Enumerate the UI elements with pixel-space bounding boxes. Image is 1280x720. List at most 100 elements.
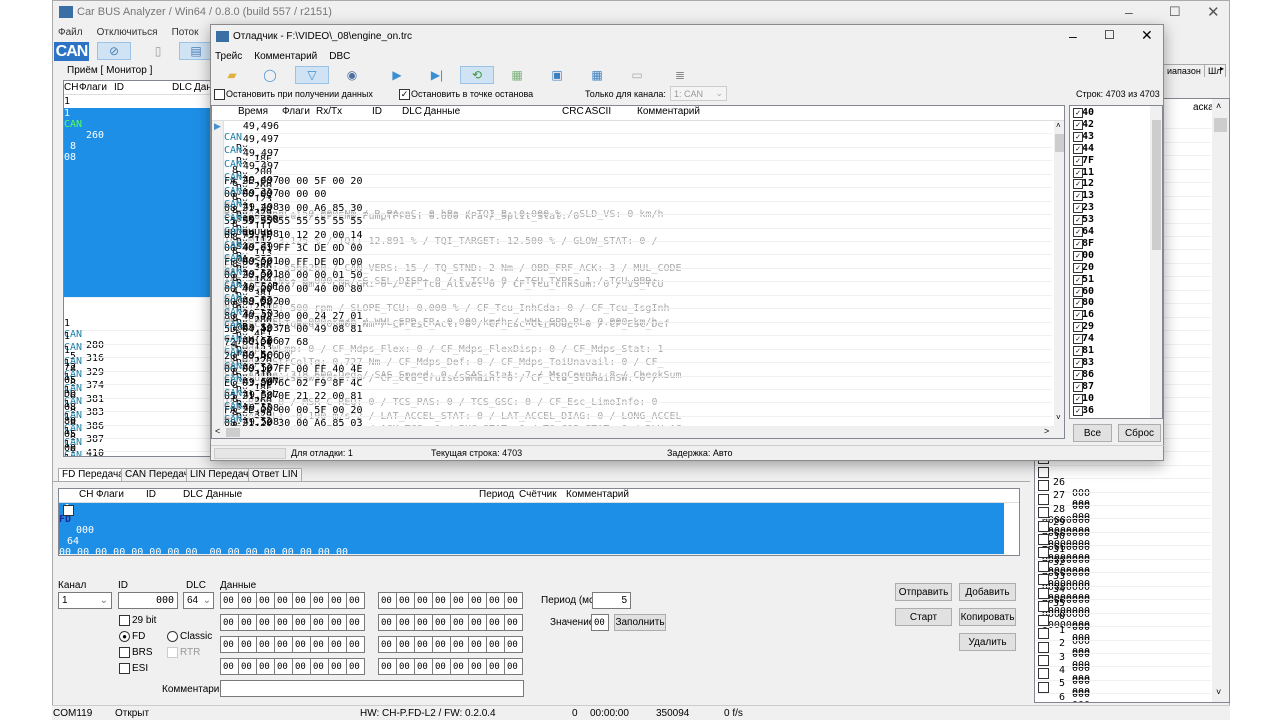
monitor-row[interactable]: 1 CAN 280 5 72 — [64, 318, 232, 373]
column-header[interactable]: ID — [146, 489, 183, 500]
row-checkbox[interactable] — [1038, 628, 1049, 640]
monitor-row[interactable]: 1 CAN 260 8 08 — [64, 108, 232, 298]
data-byte-input[interactable]: 00 — [414, 592, 433, 609]
trace-row[interactable]: 49,499 CAN Rx 164 4 00 08 08 00 ≡ CR_Esc_StrTqR… — [224, 242, 1052, 330]
add-button[interactable]: Добавить — [959, 583, 1016, 601]
debugger-maximize-icon[interactable]: ☐ — [1104, 28, 1115, 42]
debugger-menu-item[interactable]: Комментарий — [254, 51, 317, 62]
channel-row[interactable]: 127000000 — [1035, 479, 1211, 523]
filter-checkbox[interactable]: ✓ — [1073, 310, 1083, 321]
data-byte-input[interactable]: 00 — [486, 592, 505, 609]
filter-item[interactable]: ✓ 260 — [1070, 286, 1148, 298]
channel-filter-select[interactable]: 1: CAN ⌄ — [670, 86, 727, 101]
save-icon[interactable]: ▤ — [179, 42, 213, 60]
data-byte-input[interactable]: 00 — [346, 658, 365, 675]
filter-checkbox[interactable]: ✓ — [1073, 334, 1083, 345]
monitor-row[interactable]: 1 CAN 329 8 DD — [64, 345, 232, 400]
row-checkbox[interactable] — [1038, 641, 1049, 653]
scrollbar[interactable] — [1212, 99, 1229, 702]
scroll-right-icon[interactable]: > — [1044, 426, 1049, 436]
row-checkbox[interactable] — [1038, 614, 1049, 626]
column-header[interactable]: CH — [64, 82, 79, 93]
row-checkbox[interactable] — [1038, 587, 1049, 599]
data-byte-input[interactable]: 00 — [328, 592, 347, 609]
channel-row[interactable]: 24000000 — [1035, 654, 1211, 698]
column-header[interactable]: Rx/Tx — [316, 106, 352, 117]
trace-row[interactable]: 49,507CANRx329840 73 7F 10 12 20 00 14@s… — [224, 377, 1052, 438]
debugger-menu-item[interactable]: DBC — [329, 51, 350, 62]
trace-hscrollbar[interactable] — [212, 426, 1064, 438]
scroll-up-icon[interactable]: ˄ — [1056, 121, 1061, 130]
menu-item[interactable]: Отключиться — [97, 27, 158, 41]
data-byte-input[interactable]: 00 — [468, 614, 487, 631]
column-header[interactable]: CRC — [562, 106, 585, 117]
channel-row[interactable]: 26000000 — [1035, 681, 1211, 702]
debugger-menu-item[interactable]: Трейс — [215, 51, 242, 62]
data-byte-input[interactable]: 00 — [292, 592, 311, 609]
row-checkbox[interactable] — [1038, 493, 1049, 505]
fd-radio[interactable]: ● — [119, 631, 130, 642]
data-byte-input[interactable]: 00 — [256, 636, 275, 653]
close-icon[interactable]: ✕ — [1207, 3, 1220, 21]
trace-row[interactable]: 49,496 CAN Rx 18F 8 FA 2E 00 00 00 5F 00 20 .… — [224, 121, 1052, 220]
data-byte-input[interactable]: 00 — [450, 658, 469, 675]
channel-row[interactable]: 21000000 — [1035, 614, 1211, 658]
trace-row[interactable]: 49,502 CAN Rx 4F1 4 20 00 AC D0 ≡ CF_Clu_Cruise… — [224, 296, 1052, 384]
data-byte-input[interactable]: 00 — [378, 658, 397, 675]
channel-row[interactable]: 1310000000000000000 — [1035, 533, 1211, 577]
menu-item[interactable]: Поток — [172, 27, 199, 41]
trace-row[interactable]: 49,497 CAN Rx 260 8 08 21 20 30 00 A6 85 30 !… — [224, 148, 1052, 247]
channel-row[interactable]: 1280000000000000000 — [1035, 493, 1211, 537]
row-checkbox[interactable] — [1038, 681, 1049, 693]
data-byte-input[interactable]: 00 — [292, 614, 311, 631]
trace-row[interactable]: 49,507CANRx111800 40 61 FF 3C DE 0D C4 @… — [224, 390, 1052, 438]
monitor-row[interactable]: 1CAN436400 — [64, 439, 232, 456]
filter-checkbox[interactable]: ✓ — [1073, 227, 1083, 237]
data-byte-input[interactable]: 00 — [310, 636, 329, 653]
filter-item[interactable]: ✓ 112 — [1070, 178, 1148, 190]
row-checkbox[interactable] — [1038, 560, 1049, 572]
filter-checkbox[interactable]: ✓ — [1073, 405, 1083, 416]
fill-button[interactable]: Заполнить — [614, 614, 666, 631]
filter-item[interactable]: ✓ 410 — [1070, 393, 1148, 405]
channel-row[interactable]: 126000000 — [1035, 466, 1211, 510]
filter-checkbox[interactable]: ✓ — [1073, 179, 1083, 190]
list-icon[interactable]: ≣ — [663, 66, 697, 84]
data-byte-input[interactable]: 00 — [328, 636, 347, 653]
column-header[interactable]: ID — [114, 82, 172, 93]
rtr-checkbox[interactable] — [167, 647, 178, 658]
filter-item[interactable]: ✓ 436 — [1070, 405, 1148, 417]
debugger-close-icon[interactable]: ✕ — [1141, 27, 1153, 44]
filter-item[interactable]: ✓ 220 — [1070, 262, 1148, 274]
data-byte-input[interactable]: 00 — [274, 636, 293, 653]
filter-item[interactable]: ✓ 374 — [1070, 333, 1148, 345]
data-byte-input[interactable]: 00 — [292, 658, 311, 675]
filter-item[interactable]: ✓ 386 — [1070, 369, 1148, 381]
comment-icon[interactable]: ◯ — [253, 66, 287, 84]
data-byte-input[interactable]: 00 — [396, 614, 415, 631]
trace-row[interactable]: 49,501 CAN Rx 381 8 80 40 42 00 00 24 27 01 @… — [224, 256, 1052, 355]
transmit-tab[interactable]: Ответ LIN — [248, 468, 302, 481]
trace-row[interactable]: 49,506 CAN Rx 18F 8 FA 2E 00 00 00 5F 00 20 .… — [224, 350, 1052, 438]
row-checkbox[interactable] — [1038, 601, 1049, 613]
filter-item[interactable]: ✓ 044 — [1070, 143, 1148, 155]
trace-vscrollbar[interactable] — [1054, 121, 1064, 426]
menu-item[interactable]: Файл — [58, 27, 83, 41]
table-icon[interactable]: ▦ — [580, 66, 614, 84]
data-byte-input[interactable]: 00 — [432, 658, 451, 675]
data-byte-input[interactable]: 00 — [346, 592, 365, 609]
trace-row[interactable]: 49,497 CAN Rx 329 8 0F 73 7F 10 12 20 00 14 s… — [224, 175, 1052, 274]
column-header[interactable]: Флаги — [96, 489, 146, 500]
data-byte-input[interactable]: 00 — [504, 658, 523, 675]
filter-checkbox[interactable]: ✓ — [1073, 369, 1083, 380]
data-byte-input[interactable]: 00 — [396, 658, 415, 675]
filter-checkbox[interactable]: ✓ — [1073, 143, 1083, 154]
column-header[interactable]: ASCII — [585, 106, 637, 117]
comment-input[interactable] — [220, 680, 524, 697]
trace-row[interactable]: 49,508CANRx1128FF 50 00 00 FF DE 0D 00 P… — [224, 403, 1052, 438]
scroll-up-icon[interactable]: ˄ — [1216, 101, 1221, 111]
column-header[interactable]: DLC — [172, 82, 194, 93]
monitor-row[interactable]: 1CAN4108E0 — [64, 426, 232, 456]
step-icon[interactable]: ▶| — [420, 66, 454, 84]
channel-row[interactable]: 1290000000000000000 — [1035, 506, 1211, 550]
